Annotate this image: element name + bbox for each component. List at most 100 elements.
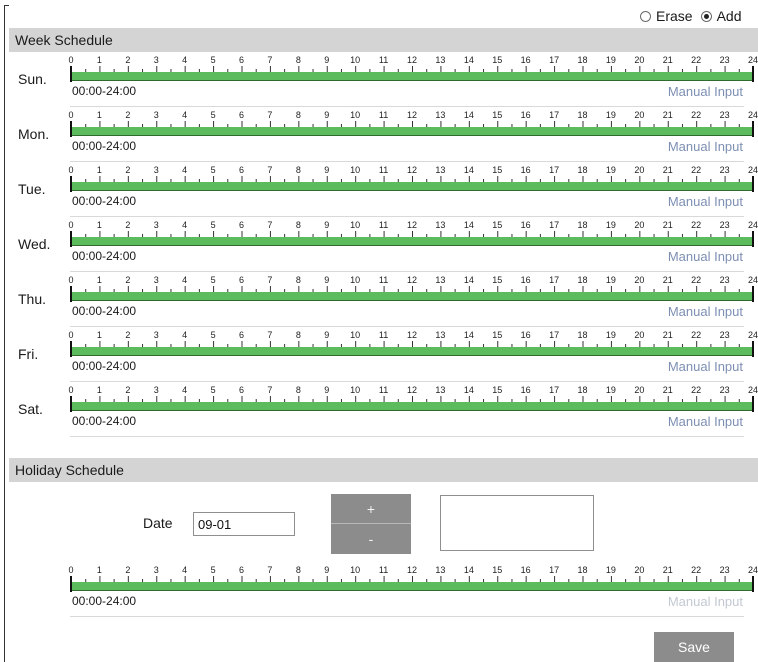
- hour-tick-label: 2: [125, 330, 131, 340]
- row-separator: [70, 161, 744, 162]
- manual-input-link[interactable]: Manual Input: [668, 194, 743, 209]
- timeline-end-cap: [752, 341, 754, 357]
- manual-input-link[interactable]: Manual Input: [668, 249, 743, 264]
- day-row-thu: Thu. 0 1 2 3 4 5 6 7 8 9 10 11 12 13 14 15 16 17 18 19 20 21 22…: [0, 275, 758, 330]
- timeline[interactable]: 0 1 2 3 4 5 6 7 8 9 10 11 12 13 14 15 16 17 18 19 20 21 22 23 24…: [68, 220, 758, 275]
- hour-tick-label: 13: [435, 330, 446, 340]
- hour-tick-label: 3: [153, 220, 159, 230]
- hour-tick-label: 13: [435, 165, 446, 175]
- timeline-start-cap: [70, 286, 72, 302]
- save-button[interactable]: Save: [654, 632, 734, 662]
- schedule-range: 00:00-24:00: [72, 304, 137, 318]
- hour-tick-label: 19: [605, 165, 616, 175]
- manual-input-link[interactable]: Manual Input: [668, 594, 743, 609]
- manual-input-link[interactable]: Manual Input: [668, 84, 743, 99]
- timeline[interactable]: 0 1 2 3 4 5 6 7 8 9 10 11 12 13 14 15 16 17 18 19 20 21 22 23 24…: [68, 385, 758, 440]
- add-radio[interactable]: [700, 10, 712, 22]
- timeline[interactable]: 0 1 2 3 4 5 6 7 8 9 10 11 12 13 14 15 16 17 18 19 20 21 22 23 24…: [68, 275, 758, 330]
- schedule-bar[interactable]: [71, 182, 753, 191]
- day-row-mon: Mon. 0 1 2 3 4 5 6 7 8 9 10 11 12 13 14 15 16 17 18 19 20 21 22…: [0, 110, 758, 165]
- hour-tick-label: 22: [691, 385, 702, 395]
- hour-tick-label: 20: [634, 385, 645, 395]
- hour-tick-label: 7: [267, 165, 273, 175]
- hour-tick-label: 13: [435, 110, 446, 120]
- hour-tick-label: 21: [662, 330, 673, 340]
- erase-radio[interactable]: [640, 10, 651, 22]
- hour-tick-label: 15: [492, 385, 503, 395]
- hour-tick-label: 5: [210, 565, 216, 575]
- erase-option[interactable]: Erase: [640, 8, 693, 24]
- manual-input-link[interactable]: Manual Input: [668, 359, 743, 374]
- hour-tick-label: 20: [634, 165, 645, 175]
- hour-tick-label: 2: [125, 110, 131, 120]
- hour-tick-label: 17: [549, 565, 560, 575]
- hour-tick-label: 9: [324, 55, 330, 65]
- hour-tick-label: 17: [549, 220, 560, 230]
- hour-tick-label: 17: [549, 110, 560, 120]
- hour-tick-label: 23: [719, 330, 730, 340]
- timeline[interactable]: 0 1 2 3 4 5 6 7 8 9 10 11 12 13 14 15 16 17 18 19 20 21 22 23 24…: [68, 110, 758, 165]
- hour-tick-label: 7: [267, 330, 273, 340]
- hour-tick-label: 24: [747, 110, 758, 120]
- hour-tick-label: 12: [406, 165, 418, 175]
- schedule-bar[interactable]: [71, 72, 753, 81]
- timeline-end-cap: [752, 231, 754, 247]
- hour-tick-label: 5: [210, 165, 216, 175]
- hour-tick-label: 7: [267, 385, 273, 395]
- schedule-bar[interactable]: [71, 292, 753, 301]
- hour-tick-label: 10: [350, 385, 361, 395]
- timeline[interactable]: 0 1 2 3 4 5 6 7 8 9 10 11 12 13 14 15 16 17 18 19 20 21 22 23 24…: [68, 565, 758, 620]
- hour-tick-label: 14: [463, 385, 474, 395]
- schedule-range: 00:00-24:00: [72, 84, 137, 98]
- hour-tick-label: 24: [747, 55, 758, 65]
- add-option[interactable]: Add: [700, 8, 742, 24]
- date-input[interactable]: [193, 512, 295, 536]
- hour-tick-label: 24: [747, 385, 758, 395]
- hour-tick-label: 0: [68, 55, 74, 65]
- add-holiday-button[interactable]: +: [331, 494, 411, 524]
- hour-tick-label: 21: [662, 110, 673, 120]
- hour-tick-label: 4: [182, 165, 188, 175]
- timeline[interactable]: 0 1 2 3 4 5 6 7 8 9 10 11 12 13 14 15 16 17 18 19 20 21 22 23 24…: [68, 165, 758, 220]
- holiday-date-list[interactable]: [440, 495, 594, 551]
- remove-holiday-button[interactable]: -: [331, 524, 411, 554]
- holiday-schedule-title: Holiday Schedule: [15, 462, 124, 478]
- row-separator: [70, 381, 744, 382]
- hour-tick-label: 21: [662, 565, 673, 575]
- hour-tick-label: 13: [435, 385, 446, 395]
- hour-tick-label: 1: [96, 565, 102, 575]
- hour-tick-label: 9: [324, 165, 330, 175]
- hour-tick-label: 5: [210, 385, 216, 395]
- schedule-bar[interactable]: [71, 127, 753, 136]
- schedule-bar[interactable]: [71, 402, 753, 411]
- manual-input-link[interactable]: Manual Input: [668, 304, 743, 319]
- hour-tick-label: 5: [210, 55, 216, 65]
- hour-tick-label: 15: [492, 55, 503, 65]
- hour-tick-label: 19: [605, 565, 616, 575]
- hour-tick-label: 8: [295, 275, 301, 285]
- schedule-range: 00:00-24:00: [72, 249, 137, 263]
- day-row-fri: Fri. 0 1 2 3 4 5 6 7 8 9 10 11 12 13 14 15 16 17 18 19 20 21 22…: [0, 330, 758, 385]
- hour-tick-label: 15: [492, 110, 503, 120]
- manual-input-link[interactable]: Manual Input: [668, 414, 743, 429]
- schedule-bar[interactable]: [71, 347, 753, 356]
- hour-tick-label: 15: [492, 220, 503, 230]
- schedule-bar[interactable]: [71, 582, 753, 591]
- hour-tick-label: 18: [577, 110, 588, 120]
- hour-tick-label: 12: [406, 110, 418, 120]
- hour-tick-label: 18: [577, 330, 588, 340]
- manual-input-link[interactable]: Manual Input: [668, 139, 743, 154]
- hour-tick-label: 2: [125, 385, 131, 395]
- hour-tick-label: 3: [153, 275, 159, 285]
- hour-tick-label: 0: [68, 330, 74, 340]
- timeline[interactable]: 0 1 2 3 4 5 6 7 8 9 10 11 12 13 14 15 16 17 18 19 20 21 22 23 24…: [68, 330, 758, 385]
- hour-tick-label: 7: [267, 110, 273, 120]
- hour-tick-label: 21: [662, 55, 673, 65]
- hour-tick-label: 18: [577, 385, 588, 395]
- schedule-bar[interactable]: [71, 237, 753, 246]
- day-label: Tue.: [18, 181, 46, 197]
- timeline[interactable]: 0 1 2 3 4 5 6 7 8 9 10 11 12 13 14 15 16 17 18 19 20 21 22 23 24…: [68, 55, 758, 110]
- hour-tick-label: 23: [719, 275, 730, 285]
- week-schedule-header: Week Schedule: [9, 28, 758, 52]
- hour-tick-label: 10: [350, 330, 361, 340]
